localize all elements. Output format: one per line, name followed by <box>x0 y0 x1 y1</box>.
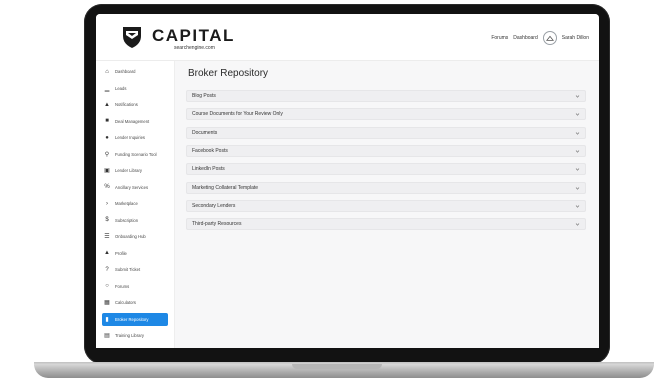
chevron-down-icon[interactable] <box>575 167 580 172</box>
accordion-row[interactable]: Secondary Lenders <box>186 199 586 212</box>
chevron-down-icon[interactable] <box>575 112 580 117</box>
brand-subtitle: searchengine.com <box>174 45 215 51</box>
book-icon: ▣ <box>104 168 110 174</box>
app-screen: CAPITAL searchengine.com Forums Dashboar… <box>96 14 599 348</box>
top-header: CAPITAL searchengine.com Forums Dashboar… <box>96 14 599 61</box>
bar-chart-icon: ▁ <box>104 85 110 92</box>
chevron-down-icon[interactable] <box>575 204 580 209</box>
sidebar-item-profile[interactable]: ▲ Profile <box>102 247 168 260</box>
shield-logo-icon <box>123 27 141 48</box>
sidebar-item-dashboard[interactable]: ⌂ Dashboard <box>102 65 168 78</box>
accordion-row-label: Course Documents for Your Review Only <box>192 111 283 118</box>
sidebar-item-label: Funding Scenario Tool <box>115 151 157 157</box>
question-icon: ? <box>105 266 109 273</box>
chevron-down-icon[interactable] <box>575 149 580 154</box>
sidebar-item-label: Submit Ticket <box>115 267 141 272</box>
avatar[interactable] <box>542 31 557 45</box>
forums-link[interactable]: Forums <box>491 35 508 41</box>
sidebar-item-marketplace[interactable]: › Marketplace <box>102 197 168 210</box>
accordion-row-label: Facebook Posts <box>192 147 228 154</box>
dollar-icon: $ <box>105 217 109 223</box>
sidebar-item-label: Deal Management <box>115 118 150 124</box>
user-name[interactable]: Sarah Dillon <box>562 35 589 41</box>
chat-icon: ● <box>105 134 109 141</box>
sidebar: ⌂ Dashboard ▁ Leads ▲ Notifications ■ Deal Mana… <box>96 61 175 348</box>
sidebar-item-label: Lender Inquiries <box>115 135 146 140</box>
sidebar-item-deal-management[interactable]: ■ Deal Management <box>102 115 168 128</box>
calculator-icon: ▦ <box>104 300 110 306</box>
sidebar-item-lender-library[interactable]: ▣ Lender Library <box>102 164 168 177</box>
accordion-row[interactable]: Third-party Resources <box>186 218 586 231</box>
sidebar-item-calculators[interactable]: ▦ Calculators <box>102 296 168 309</box>
accordion-row[interactable]: LinkedIn Posts <box>186 163 586 176</box>
sidebar-item-broker-repository[interactable]: ▮ Broker Repository <box>102 312 168 326</box>
sidebar-item-label: Leads <box>115 85 127 91</box>
accordion-row[interactable]: Documents <box>186 126 586 139</box>
sidebar-item-ancillary-services[interactable]: % Ancillary Services <box>102 181 168 194</box>
chevron-down-icon[interactable] <box>575 131 580 136</box>
sidebar-item-submit-ticket[interactable]: ? Submit Ticket <box>102 263 168 276</box>
sidebar-item-label: Lender Library <box>115 168 143 173</box>
accordion-row[interactable]: Facebook Posts <box>186 144 586 157</box>
brand-name[interactable]: CAPITAL <box>152 26 235 46</box>
user-avatar-icon <box>545 35 554 41</box>
accordion-row[interactable]: Marketing Collateral Template <box>186 181 586 194</box>
sidebar-item-notifications[interactable]: ▲ Notifications <box>102 98 168 111</box>
sidebar-item-label: Broker Repository <box>115 316 149 322</box>
accordion-row-label: Marketing Collateral Template <box>192 184 259 191</box>
sidebar-item-label: Dashboard <box>115 69 136 74</box>
chevron-down-icon[interactable] <box>575 222 580 227</box>
accordion-row-label: Secondary Lenders <box>192 202 236 209</box>
dashboard-link[interactable]: Dashboard <box>513 35 537 41</box>
sidebar-item-leads[interactable]: ▁ Leads <box>102 82 168 95</box>
sidebar-item-label: Training Library <box>115 333 144 338</box>
accordion-row-label: LinkedIn Posts <box>192 166 225 173</box>
accordion-row[interactable]: Course Documents for Your Review Only <box>186 108 586 121</box>
bell-icon: ▲ <box>104 101 110 108</box>
sidebar-item-lender-inquiries[interactable]: ● Lender Inquiries <box>102 131 168 144</box>
laptop-groove <box>292 364 382 369</box>
sidebar-item-label: Profile <box>115 250 127 256</box>
home-icon: ⌂ <box>105 68 109 75</box>
sidebar-item-label: Onboarding Hub <box>115 234 146 239</box>
bookmark-icon: ▮ <box>105 316 109 323</box>
user-icon: ▲ <box>104 250 110 256</box>
document-icon: ■ <box>105 118 109 124</box>
list-icon: ☰ <box>104 234 110 240</box>
accordion-row-label: Blog Posts <box>192 93 216 99</box>
sidebar-item-funding-scenario-tool[interactable]: ⚲ Funding Scenario Tool <box>102 148 168 161</box>
sidebar-item-forums[interactable]: ○ Forums <box>102 280 168 293</box>
chevron-down-icon[interactable] <box>575 94 580 99</box>
sidebar-item-label: Notifications <box>115 102 138 107</box>
forum-icon: ○ <box>105 283 109 289</box>
sidebar-item-subscription[interactable]: $ Subscription <box>102 214 168 227</box>
chevron-down-icon[interactable] <box>575 186 580 191</box>
sidebar-item-onboarding-hub[interactable]: ☰ Onboarding Hub <box>102 230 168 243</box>
sidebar-item-label: Forums <box>115 283 130 289</box>
chevron-right-icon: › <box>106 200 108 207</box>
sidebar-item-label: Ancillary Services <box>115 184 149 190</box>
top-nav: Forums Dashboard Sarah Dillon <box>491 31 589 45</box>
percent-icon: % <box>104 184 110 190</box>
accordion-row-label: Third-party Resources <box>192 221 242 228</box>
sidebar-item-label: Marketplace <box>115 201 138 206</box>
search-icon: ⚲ <box>104 151 110 158</box>
library-icon: ▤ <box>104 333 110 339</box>
sidebar-item-training-library[interactable]: ▤ Training Library <box>102 329 168 342</box>
accordion-row-label: Documents <box>192 129 218 136</box>
sidebar-item-label: Subscription <box>115 217 139 223</box>
sidebar-item-label: Calculators <box>115 300 136 305</box>
page-title: Broker Repository <box>188 68 269 79</box>
accordion-row[interactable]: Blog Posts <box>186 90 586 102</box>
